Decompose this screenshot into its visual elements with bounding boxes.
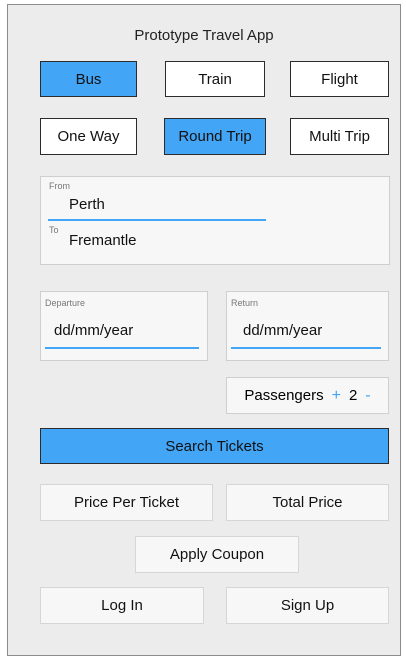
app-screen: Prototype Travel App Bus Train Flight On… <box>7 4 401 656</box>
passengers-label: Passengers <box>244 387 324 404</box>
bus-button[interactable]: Bus <box>40 61 137 97</box>
from-underline <box>48 219 266 221</box>
to-field[interactable]: Fremantle <box>69 232 137 249</box>
price-per-ticket-button[interactable]: Price Per Ticket <box>40 484 213 521</box>
app-title: Prototype Travel App <box>134 27 274 44</box>
apply-coupon-button[interactable]: Apply Coupon <box>135 536 299 573</box>
increment-passengers-button[interactable]: + <box>332 387 341 405</box>
departure-panel: Departure dd/mm/year <box>40 291 208 361</box>
passenger-count: 2 <box>348 387 358 404</box>
from-label: From <box>49 181 70 191</box>
train-button[interactable]: Train <box>165 61 265 97</box>
round-trip-button[interactable]: Round Trip <box>164 118 266 155</box>
return-panel: Return dd/mm/year <box>226 291 389 361</box>
return-label: Return <box>231 298 259 308</box>
to-label: To <box>49 225 59 235</box>
one-way-button[interactable]: One Way <box>40 118 137 155</box>
total-price-button[interactable]: Total Price <box>226 484 389 521</box>
departure-label: Departure <box>45 298 86 308</box>
sign-up-button[interactable]: Sign Up <box>226 587 389 624</box>
return-date-field[interactable]: dd/mm/year <box>243 322 322 339</box>
departure-date-field[interactable]: dd/mm/year <box>54 322 133 339</box>
departure-underline <box>45 347 199 349</box>
multi-trip-button[interactable]: Multi Trip <box>290 118 389 155</box>
decrement-passengers-button[interactable]: - <box>365 387 370 405</box>
passengers-control: Passengers + 2 - <box>226 377 389 414</box>
log-in-button[interactable]: Log In <box>40 587 204 624</box>
route-panel: From Perth To Fremantle <box>40 176 390 265</box>
search-tickets-button[interactable]: Search Tickets <box>40 428 389 464</box>
flight-button[interactable]: Flight <box>290 61 389 97</box>
from-field[interactable]: Perth <box>69 196 105 213</box>
return-underline <box>231 347 381 349</box>
